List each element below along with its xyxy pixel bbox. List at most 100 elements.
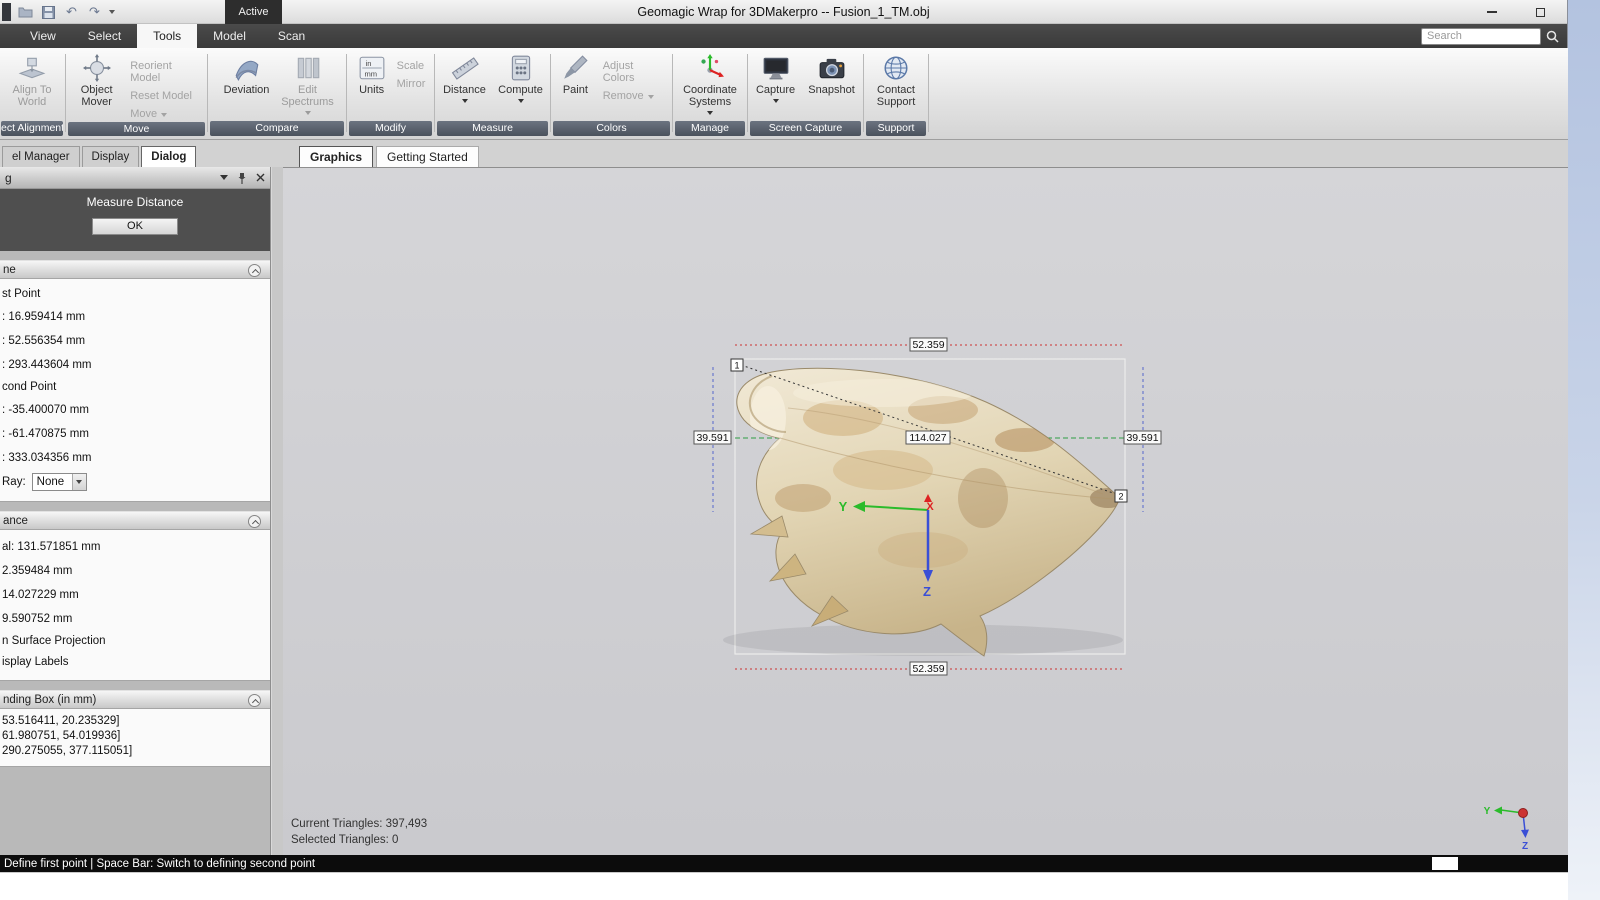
collapse-chevron-icon[interactable] xyxy=(248,264,261,277)
edit-spectrums-icon xyxy=(294,54,322,82)
reorient-model-button[interactable]: Reorient Model xyxy=(127,59,204,85)
units-button[interactable]: inmm Units xyxy=(353,51,391,120)
tab-select[interactable]: Select xyxy=(72,24,137,48)
redo-icon[interactable]: ↷ xyxy=(86,4,103,21)
section-header-bounding-box[interactable]: nding Box (in mm) xyxy=(0,690,270,709)
first-point-label: st Point xyxy=(2,284,270,305)
pin-icon[interactable] xyxy=(237,172,247,184)
document-tabs: Graphics Getting Started xyxy=(299,146,482,167)
svg-text:X: X xyxy=(926,501,934,513)
mirror-button[interactable]: Mirror xyxy=(394,77,429,91)
reset-model-button[interactable]: Reset Model xyxy=(127,89,195,103)
capture-button[interactable]: Capture xyxy=(751,51,800,120)
svg-text:39.591: 39.591 xyxy=(1126,432,1158,444)
section-header-distance[interactable]: ance xyxy=(0,511,270,530)
group-label-colors: Colors xyxy=(553,121,670,136)
collapse-chevron-icon[interactable] xyxy=(248,515,261,528)
edit-spectrums-button[interactable]: Edit Spectrums xyxy=(279,51,337,120)
coordinate-systems-button[interactable]: Coordinate Systems xyxy=(677,51,743,120)
tab-tools[interactable]: Tools xyxy=(137,24,197,48)
contextual-tab-active[interactable]: Active xyxy=(225,0,282,24)
svg-text:2: 2 xyxy=(1118,492,1123,502)
object-mover-button[interactable]: Object Mover xyxy=(69,51,124,121)
search-icon[interactable] xyxy=(1546,30,1559,43)
section-header-define[interactable]: ne xyxy=(0,260,270,279)
group-label-object-alignment: ect Alignment xyxy=(1,121,63,136)
surface-projection-option[interactable]: n Surface Projection xyxy=(2,631,270,652)
group-label-measure: Measure xyxy=(437,121,548,136)
group-label-manage: Manage xyxy=(675,121,745,136)
dialog-title: Measure Distance xyxy=(0,189,270,209)
app-window: ↶ ↷ Geomagic Wrap for 3DMakerpro -- Fusi… xyxy=(0,0,1568,872)
orientation-axes-indicator[interactable]: Y Z xyxy=(1484,806,1529,852)
section-distance: ance al: 131.571851 mm 2.359484 mm 14.02… xyxy=(0,511,270,681)
contact-support-button[interactable]: Contact Support xyxy=(867,51,925,120)
bbox-y-range: 61.980751, 54.019936] xyxy=(2,729,270,744)
group-label-compare: Compare xyxy=(210,121,344,136)
group-label-screen-capture: Screen Capture xyxy=(750,121,861,136)
tab-graphics[interactable]: Graphics xyxy=(299,146,373,167)
snapshot-button[interactable]: Snapshot xyxy=(803,51,860,120)
minimize-button[interactable] xyxy=(1481,3,1503,21)
distance-total: al: 131.571851 mm xyxy=(2,535,270,559)
svg-text:114.027: 114.027 xyxy=(909,432,946,444)
svg-text:Z: Z xyxy=(1522,841,1528,852)
dropdown-arrow-icon xyxy=(648,95,654,99)
panel-menu-icon[interactable] xyxy=(220,175,228,180)
save-icon[interactable] xyxy=(40,4,57,21)
remove-button[interactable]: Remove xyxy=(600,89,657,103)
second-point-label: cond Point xyxy=(2,377,270,398)
contact-support-globe-icon xyxy=(882,54,910,82)
ray-label: Ray: xyxy=(2,476,26,488)
panel-splitter[interactable] xyxy=(272,167,283,855)
undo-icon[interactable]: ↶ xyxy=(63,4,80,21)
deviation-button[interactable]: Deviation xyxy=(218,51,276,120)
dock-tab-model-manager[interactable]: el Manager xyxy=(2,146,80,167)
shell-model[interactable] xyxy=(723,368,1126,656)
dock-tabs: el Manager Display Dialog xyxy=(2,146,198,167)
titlebar: ↶ ↷ Geomagic Wrap for 3DMakerpro -- Fusi… xyxy=(0,0,1567,24)
measure-label-bottom: 52.359 xyxy=(910,662,947,675)
distance-dy: 14.027229 mm xyxy=(2,583,270,607)
ray-dropdown[interactable]: None xyxy=(32,473,87,491)
dock-tab-display[interactable]: Display xyxy=(82,146,140,167)
tab-model[interactable]: Model xyxy=(197,24,262,48)
ribbon-group-manage: Coordinate Systems Manage xyxy=(674,50,746,136)
svg-text:mm: mm xyxy=(364,70,377,79)
collapse-chevron-icon[interactable] xyxy=(248,694,261,707)
app-icon[interactable] xyxy=(2,3,11,21)
ribbon-separator xyxy=(65,54,66,132)
align-to-world-button[interactable]: Align To World xyxy=(3,51,61,120)
tab-getting-started[interactable]: Getting Started xyxy=(376,146,479,167)
paint-button[interactable]: Paint xyxy=(554,51,597,120)
search-input[interactable] xyxy=(1421,28,1541,45)
svg-text:in: in xyxy=(365,59,371,68)
graphics-canvas[interactable]: 52.359 52.359 39.591 39.591 114.027 xyxy=(283,168,1568,856)
distance-button[interactable]: Distance xyxy=(438,51,491,120)
quick-access-toolbar: ↶ ↷ xyxy=(0,0,115,24)
graphics-viewport[interactable]: 52.359 52.359 39.591 39.591 114.027 xyxy=(283,167,1568,855)
ok-button[interactable]: OK xyxy=(92,218,178,235)
scale-button[interactable]: Scale xyxy=(394,59,428,73)
dropdown-arrow-icon xyxy=(773,99,779,103)
compute-button[interactable]: Compute xyxy=(494,51,547,120)
close-icon[interactable] xyxy=(256,173,265,182)
adjust-colors-button[interactable]: Adjust Colors xyxy=(600,59,669,85)
group-label-support: Support xyxy=(866,121,926,136)
move-button[interactable]: Move xyxy=(127,107,170,121)
tab-view[interactable]: View xyxy=(14,24,72,48)
maximize-button[interactable] xyxy=(1529,3,1551,21)
display-labels-option[interactable]: isplay Labels xyxy=(2,652,270,673)
ribbon-separator xyxy=(550,54,551,132)
svg-text:52.359: 52.359 xyxy=(912,339,944,351)
tab-scan[interactable]: Scan xyxy=(262,24,321,48)
open-icon[interactable] xyxy=(17,4,34,21)
ray-dropdown-button[interactable] xyxy=(72,474,86,490)
quick-access-dropdown-icon[interactable] xyxy=(109,10,115,14)
current-triangles: Current Triangles: 397,493 xyxy=(291,816,427,832)
dock-tab-dialog[interactable]: Dialog xyxy=(141,146,196,167)
compute-calculator-icon xyxy=(507,54,535,82)
measure-point-2-marker: 2 xyxy=(1115,490,1127,502)
ribbon-separator xyxy=(207,54,208,132)
second-point-z: : 333.034356 mm xyxy=(2,446,270,470)
